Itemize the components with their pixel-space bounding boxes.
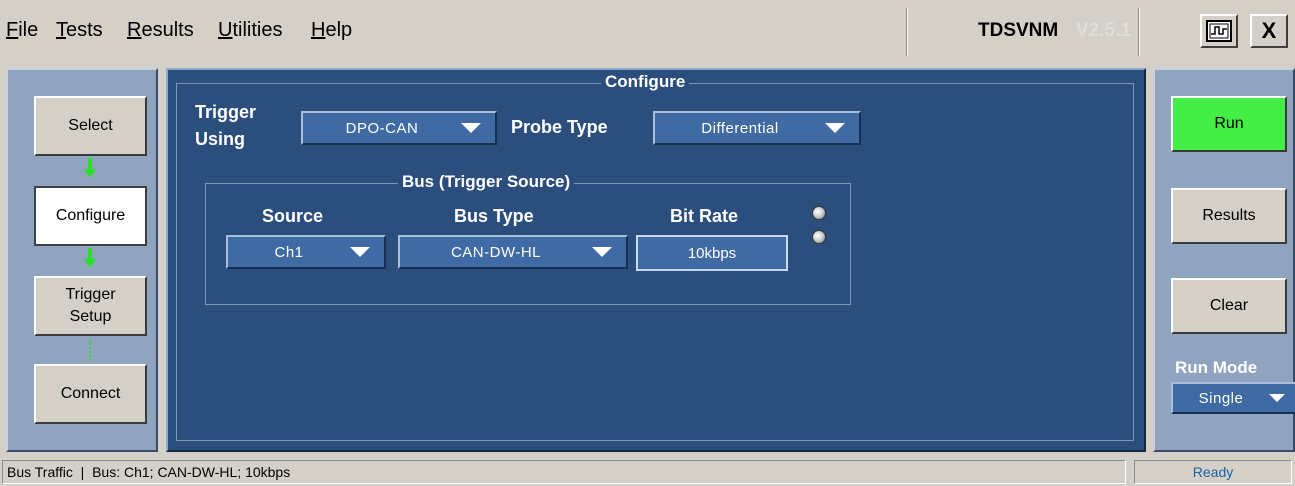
- trigger-using-value: DPO-CAN: [345, 119, 419, 137]
- status-state: Ready: [1134, 460, 1292, 484]
- chevron-down-icon: [350, 247, 370, 257]
- menu-file-accel: F: [6, 19, 19, 41]
- menu-divider-2: [1138, 8, 1140, 56]
- bit-rate-coarse-knob-icon[interactable]: [812, 206, 826, 220]
- clear-label: Clear: [1209, 297, 1249, 314]
- close-button[interactable]: X: [1250, 14, 1288, 48]
- nav-connect-label: Connect: [60, 385, 121, 402]
- oscilloscope-icon: [1206, 20, 1232, 42]
- bit-rate-value: 10kbps: [687, 244, 737, 262]
- bus-type-label: Bus Type: [454, 206, 534, 226]
- menu-utilities[interactable]: Utilities: [218, 19, 282, 42]
- bit-rate-fine-knob-icon[interactable]: [812, 230, 826, 244]
- nav-configure-button[interactable]: Configure: [34, 186, 147, 246]
- chevron-down-icon: [461, 123, 481, 133]
- trigger-using-label-2: Using: [195, 129, 246, 149]
- trigger-using-dropdown[interactable]: DPO-CAN: [301, 111, 497, 145]
- menu-utilities-accel: U: [218, 19, 233, 41]
- run-button[interactable]: Run: [1171, 96, 1287, 152]
- probe-type-dropdown[interactable]: Differential: [653, 111, 861, 145]
- menu-utilities-label: tilities: [232, 19, 283, 41]
- source-value: Ch1: [274, 243, 304, 261]
- chevron-down-icon: [1269, 394, 1285, 402]
- menu-bar: File Tests Results Utilities Help TDSVNM…: [0, 0, 1295, 62]
- bit-rate-field[interactable]: 10kbps: [636, 235, 788, 271]
- menu-divider: [906, 8, 908, 56]
- run-mode-value: Single: [1198, 389, 1244, 407]
- chevron-down-icon: [825, 123, 845, 133]
- menu-help[interactable]: Help: [311, 19, 352, 42]
- nav-select-label: Select: [68, 117, 113, 134]
- chevron-down-icon: [592, 247, 612, 257]
- source-dropdown[interactable]: Ch1: [226, 235, 386, 269]
- bus-trigger-source-group: Bus (Trigger Source) Source Ch1 Bus Type…: [205, 172, 851, 305]
- nav-connect-button[interactable]: Connect: [34, 364, 147, 424]
- nav-trigger-setup-button[interactable]: Trigger Setup: [34, 276, 147, 336]
- nav-configure-label: Configure: [55, 207, 126, 224]
- menu-help-accel: H: [311, 19, 326, 41]
- probe-type-value: Differential: [701, 119, 779, 137]
- menu-file[interactable]: File: [6, 19, 38, 42]
- configure-panel: Configure Trigger Using DPO-CAN Probe Ty…: [166, 68, 1146, 452]
- bus-group-title: Bus (Trigger Source): [398, 172, 575, 192]
- run-mode-dropdown[interactable]: Single: [1171, 382, 1295, 414]
- flow-dotted-connector: [89, 340, 91, 360]
- configure-group: Configure Trigger Using DPO-CAN Probe Ty…: [176, 72, 1134, 441]
- run-mode-label: Run Mode: [1175, 358, 1258, 377]
- nav-trigger-setup-text: Trigger Setup: [65, 284, 115, 328]
- run-label: Run: [1214, 115, 1244, 132]
- source-label: Source: [262, 206, 324, 226]
- menu-file-label: ile: [18, 19, 39, 41]
- workflow-nav-panel: Select Configure Trigger Setup Connect: [6, 68, 158, 452]
- status-ready-text: Ready: [1192, 464, 1234, 480]
- probe-type-label: Probe Type: [511, 117, 608, 137]
- clear-button[interactable]: Clear: [1171, 278, 1287, 334]
- status-bar: Bus Traffic | Bus: Ch1; CAN-DW-HL; 10kbp…: [0, 458, 1295, 486]
- menu-help-label: elp: [325, 19, 353, 41]
- results-button[interactable]: Results: [1171, 188, 1287, 244]
- arrow-down-icon: [84, 259, 96, 268]
- menu-results-accel: R: [127, 19, 142, 41]
- trigger-using-label-1: Trigger: [195, 102, 257, 122]
- menu-tests-label: ests: [66, 19, 103, 41]
- results-label: Results: [1202, 207, 1256, 224]
- menu-results[interactable]: Results: [127, 19, 194, 42]
- status-message-text: Bus Traffic | Bus: Ch1; CAN-DW-HL; 10kbp…: [7, 464, 291, 480]
- bit-rate-label: Bit Rate: [670, 206, 739, 226]
- nav-trigger-setup-label-2: Setup: [69, 308, 112, 325]
- nav-select-button[interactable]: Select: [34, 96, 147, 156]
- close-icon: X: [1261, 18, 1277, 43]
- menu-tests-accel: T: [56, 19, 66, 41]
- menu-tests[interactable]: Tests: [56, 19, 103, 42]
- status-message: Bus Traffic | Bus: Ch1; CAN-DW-HL; 10kbp…: [2, 460, 1126, 484]
- bus-type-dropdown[interactable]: CAN-DW-HL: [398, 235, 628, 269]
- configure-title: Configure: [601, 72, 690, 92]
- scope-view-button[interactable]: [1200, 14, 1238, 48]
- app-title: TDSVNM: [978, 20, 1059, 41]
- menu-results-label: esults: [141, 19, 194, 41]
- action-panel: Run Results Clear Run Mode Single: [1153, 68, 1295, 452]
- nav-trigger-setup-label-1: Trigger: [65, 286, 116, 303]
- bus-type-value: CAN-DW-HL: [450, 243, 542, 261]
- arrow-down-icon: [84, 169, 96, 178]
- app-version: V2.5.1: [1076, 20, 1131, 41]
